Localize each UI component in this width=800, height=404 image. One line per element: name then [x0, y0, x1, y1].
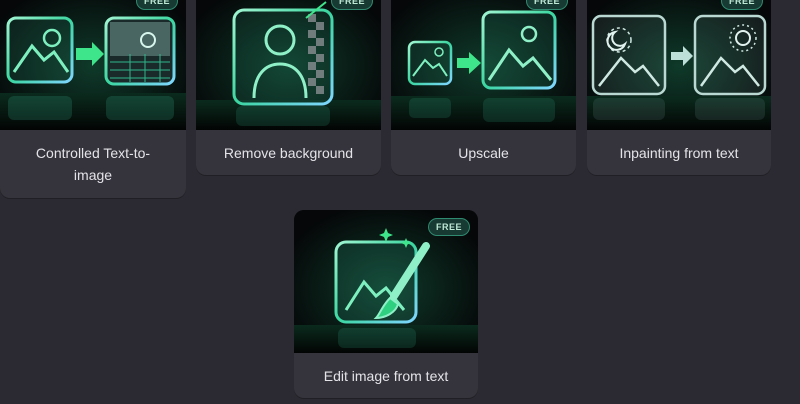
thumbnail [587, 0, 771, 130]
card-label: Remove background [223, 145, 354, 161]
card-label: Edit image from text [323, 368, 449, 384]
thumbnail [0, 0, 186, 130]
card-label: Inpainting from text [619, 145, 739, 161]
tool-card-upscale[interactable]: FREE Upscale [391, 0, 576, 175]
free-badge: FREE [525, 0, 568, 10]
thumbnail [196, 0, 381, 130]
night-to-day-image-icon [587, 0, 771, 130]
image-to-grid-transform-icon [0, 0, 186, 130]
tool-card-remove-background[interactable]: FREE Remove background [196, 0, 381, 175]
free-badge: FREE [720, 0, 763, 10]
card-label: Upscale [458, 145, 509, 161]
tool-card-controlled-text-to-image[interactable]: FREE Controlled Text-to-image [0, 0, 186, 198]
tool-card-edit-image-from-text[interactable]: FREE Edit image from text [294, 210, 478, 398]
free-badge: FREE [135, 0, 178, 10]
thumbnail [391, 0, 576, 130]
person-remove-background-icon [196, 0, 381, 130]
card-label: Controlled Text-to-image [35, 145, 151, 183]
tool-card-inpainting-from-text[interactable]: FREE Inpainting from text [587, 0, 771, 175]
upscale-image-icon [391, 0, 576, 130]
free-badge: FREE [330, 0, 373, 10]
free-badge: FREE [427, 218, 470, 236]
